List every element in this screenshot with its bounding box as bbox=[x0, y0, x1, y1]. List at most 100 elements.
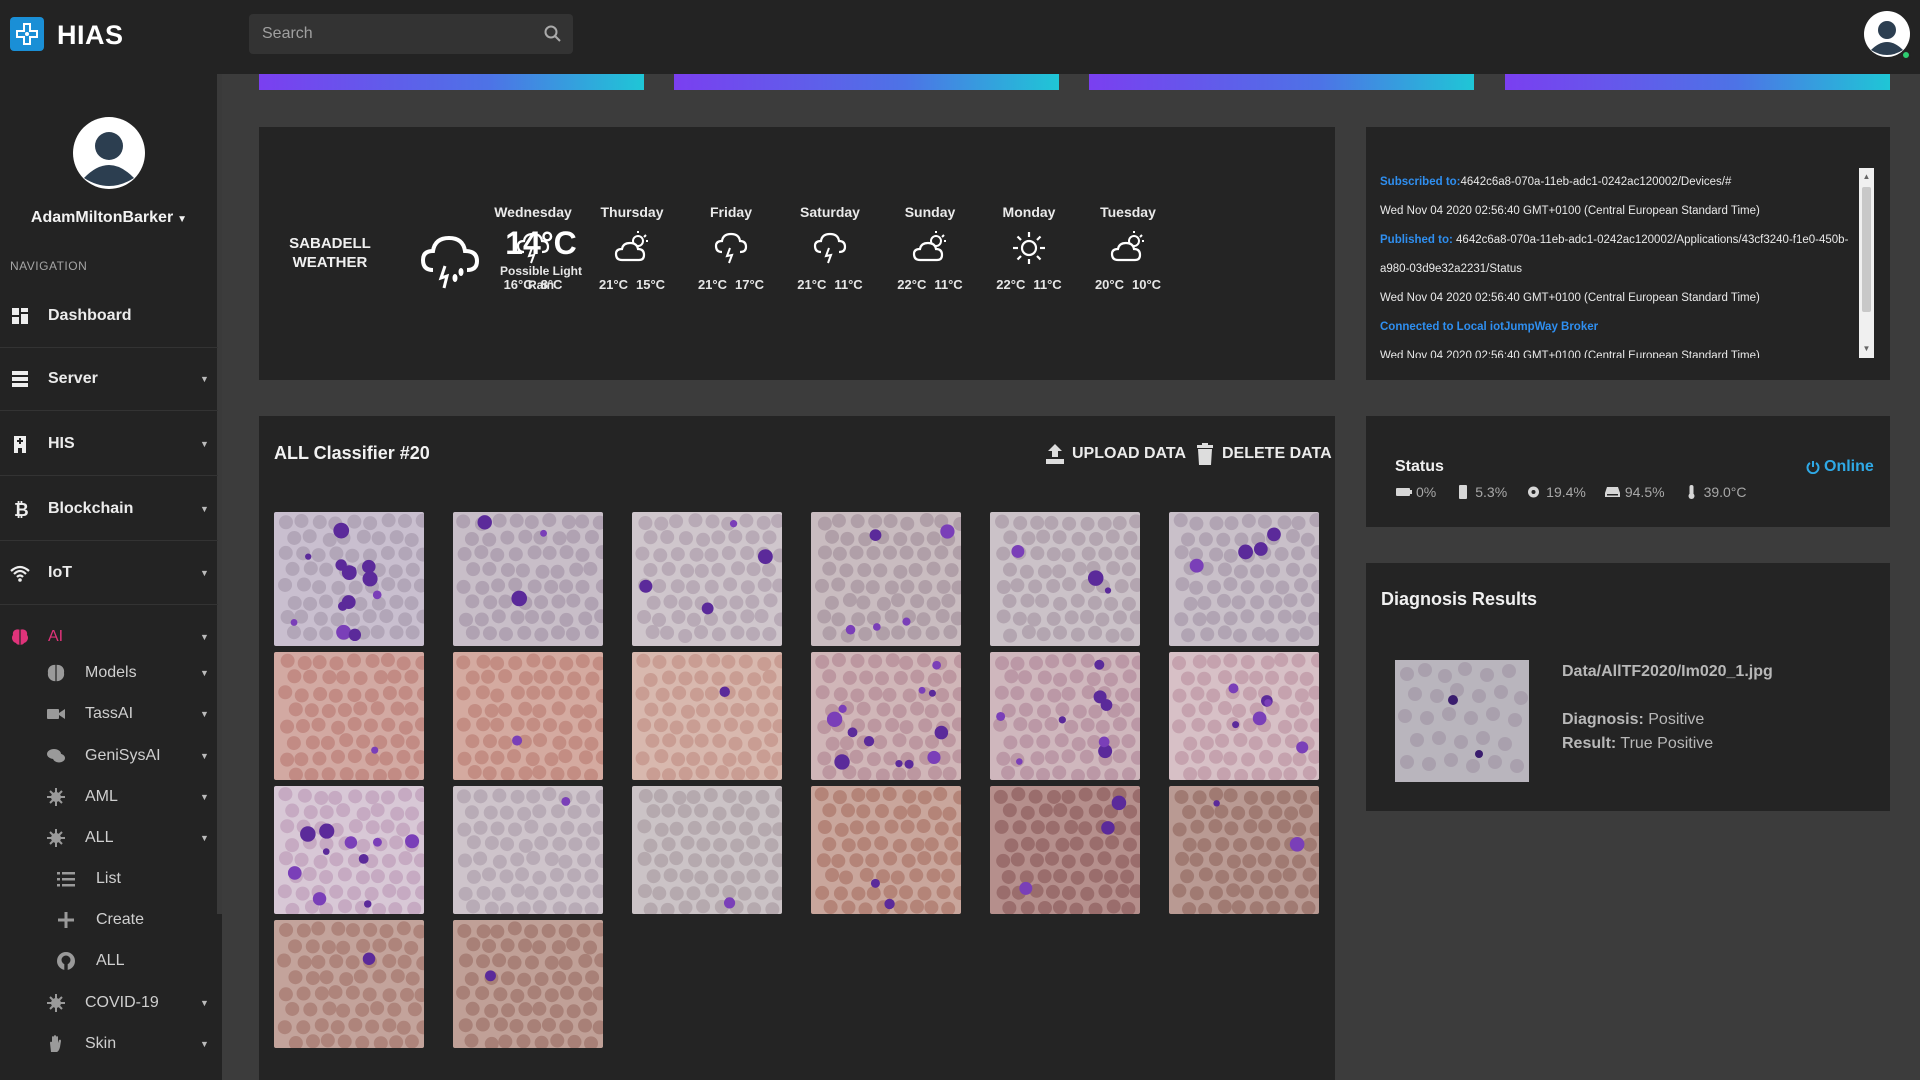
forecast-day: Friday 21°C 17°C bbox=[681, 204, 781, 292]
scroll-up-icon[interactable]: ▲ bbox=[1862, 172, 1871, 182]
scroll-thumb[interactable] bbox=[1862, 187, 1871, 312]
forecast-high: 21°C bbox=[697, 277, 727, 292]
search-icon[interactable] bbox=[543, 24, 563, 44]
sidebar-subitem-covid-19[interactable]: COVID-19 ▼ bbox=[0, 982, 218, 1023]
sidebar-subitem-label: Create bbox=[96, 910, 145, 928]
profile-username: AdamMiltonBarker bbox=[30, 209, 174, 226]
diagnosis-row: Diagnosis: Positive bbox=[1562, 711, 1704, 729]
forecast-high: 16°C bbox=[503, 277, 533, 292]
sidebar-subitem-tassai[interactable]: TassAI ▼ bbox=[0, 693, 218, 734]
sidebar-subitem-create[interactable]: Create bbox=[0, 899, 218, 940]
blood-smear-thumbnail[interactable] bbox=[811, 512, 961, 646]
sidebar-item-dashboard[interactable]: Dashboard bbox=[0, 284, 218, 348]
blood-smear-thumbnail[interactable] bbox=[632, 652, 782, 780]
log-label: Published to: bbox=[1380, 234, 1453, 246]
upload-data-button[interactable]: UPLOAD DATA bbox=[1044, 440, 1186, 468]
diagnosis-value: Positive bbox=[1648, 711, 1705, 728]
forecast-day-name: Monday bbox=[1002, 204, 1056, 220]
delete-data-button[interactable]: DELETE DATA bbox=[1194, 440, 1332, 468]
forecast-high: 22°C bbox=[996, 277, 1026, 292]
sidebar-item-label: HIS bbox=[48, 434, 75, 452]
partly-cloudy-icon bbox=[1110, 231, 1144, 262]
blood-smear-thumbnail[interactable] bbox=[453, 652, 603, 780]
sidebar-item-server[interactable]: Server ▼ bbox=[0, 347, 218, 411]
user-avatar[interactable] bbox=[1863, 10, 1911, 62]
classifier-panel: ALL Classifier #20 UPLOAD DATA DELETE DA… bbox=[259, 416, 1335, 1080]
plus-icon bbox=[58, 911, 74, 928]
metric-value: 94.5% bbox=[1624, 484, 1665, 500]
log-line: Wed Nov 04 2020 02:56:40 GMT+0100 (Centr… bbox=[1380, 197, 1860, 226]
blood-smear-thumbnail[interactable] bbox=[274, 920, 424, 1048]
log-text: Wed Nov 04 2020 02:56:40 GMT+0100 (Centr… bbox=[1380, 205, 1760, 217]
forecast-day: Wednesday 16°C 8°C bbox=[483, 204, 583, 292]
chevron-down-icon: ▼ bbox=[200, 632, 209, 642]
log-text: 4642c6a8-070a-11eb-adc1-0242ac120002/Dev… bbox=[1460, 176, 1732, 188]
sidebar-subitem-label: Skin bbox=[85, 1034, 117, 1052]
sidebar-subitem-list[interactable]: List bbox=[0, 858, 218, 899]
scroll-down-icon[interactable]: ▼ bbox=[1862, 344, 1871, 354]
blood-smear-thumbnail[interactable] bbox=[990, 652, 1140, 780]
blood-smear-thumbnail[interactable] bbox=[632, 786, 782, 914]
sidebar-subitem-all-repo[interactable]: ALL bbox=[0, 940, 218, 981]
log-text: Wed Nov 04 2020 02:56:40 GMT+0100 (Centr… bbox=[1380, 292, 1760, 304]
blood-smear-thumbnail[interactable] bbox=[632, 512, 782, 646]
stat-card-bar bbox=[674, 74, 1059, 90]
forecast-high: 20°C bbox=[1094, 277, 1124, 292]
sidebar-item-iot[interactable]: IoT ▼ bbox=[0, 541, 218, 605]
hias-logo-icon[interactable] bbox=[10, 17, 44, 51]
sidebar-subitem-all[interactable]: ALL ▼ bbox=[0, 817, 218, 858]
blood-smear-thumbnail[interactable] bbox=[453, 512, 603, 646]
diagnosis-image[interactable] bbox=[1395, 660, 1529, 782]
profile-user-menu[interactable]: AdamMiltonBarker ▼ bbox=[0, 209, 218, 227]
blood-smear-thumbnail[interactable] bbox=[990, 512, 1140, 646]
blood-smear-thumbnail[interactable] bbox=[990, 786, 1140, 914]
blood-smear-thumbnail[interactable] bbox=[811, 786, 961, 914]
app-title[interactable]: HIAS bbox=[57, 20, 124, 51]
chevron-down-icon: ▼ bbox=[200, 567, 209, 578]
sidebar-subitem-models[interactable]: Models ▼ bbox=[0, 652, 218, 693]
sidebar-item-his[interactable]: HIS ▼ bbox=[0, 412, 218, 476]
blood-smear-thumbnail[interactable] bbox=[811, 652, 961, 780]
chevron-down-icon: ▼ bbox=[200, 1038, 209, 1049]
blood-smear-thumbnail[interactable] bbox=[1169, 786, 1319, 914]
blood-smear-thumbnail[interactable] bbox=[274, 786, 424, 914]
chevron-down-icon: ▼ bbox=[200, 667, 209, 678]
profile-avatar[interactable] bbox=[72, 114, 146, 194]
sidebar-item-label: Dashboard bbox=[48, 306, 132, 324]
stat-card-bar bbox=[1505, 74, 1890, 90]
sidebar-item-blockchain[interactable]: ₿ Blockchain ▼ bbox=[0, 477, 218, 541]
github-icon bbox=[57, 951, 75, 970]
forecast-low: 8°C bbox=[540, 277, 563, 292]
diagnosis-panel: Diagnosis Results Data/AllTF2020/Im020_1… bbox=[1366, 563, 1890, 811]
iot-log[interactable]: Subscribed to:4642c6a8-070a-11eb-adc1-02… bbox=[1380, 168, 1860, 358]
forecast-high: 22°C bbox=[897, 277, 927, 292]
blood-smear-thumbnail[interactable] bbox=[1169, 512, 1319, 646]
power-icon bbox=[1806, 461, 1820, 474]
chevron-down-icon: ▼ bbox=[200, 438, 209, 449]
chevron-down-icon: ▼ bbox=[200, 750, 209, 761]
blood-smear-thumbnail[interactable] bbox=[274, 512, 424, 646]
log-line: Connected to Local iotJumpWay Broker bbox=[1380, 313, 1860, 342]
forecast-day: Sunday 22°C 11°C bbox=[880, 204, 980, 292]
sun-icon bbox=[1013, 232, 1045, 264]
result-value: True Positive bbox=[1620, 735, 1714, 752]
rain-icon bbox=[516, 232, 550, 264]
forecast-day: Thursday 21°C 15°C bbox=[582, 204, 682, 292]
log-scrollbar[interactable]: ▲ ▼ bbox=[1859, 168, 1874, 358]
blood-smear-thumbnail[interactable] bbox=[274, 652, 424, 780]
sidebar-subitem-skin[interactable]: Skin ▼ bbox=[0, 1023, 218, 1064]
blood-smear-thumbnail[interactable] bbox=[1169, 652, 1319, 780]
blood-smear-thumbnail[interactable] bbox=[453, 786, 603, 914]
cpu-icon bbox=[1528, 486, 1540, 498]
metric-value: 0% bbox=[1416, 484, 1437, 500]
battery-icon bbox=[1396, 488, 1412, 496]
status-metrics: 0% 5.3% 19.4% 94.5% 39.0°C bbox=[1395, 484, 1765, 500]
search-input[interactable] bbox=[249, 14, 573, 54]
forecast-low: 17°C bbox=[735, 277, 765, 292]
sidebar-subitem-genisysai[interactable]: GeniSysAI ▼ bbox=[0, 735, 218, 776]
sidebar-subitem-label: AML bbox=[85, 787, 118, 805]
blood-smear-thumbnail[interactable] bbox=[453, 920, 603, 1048]
log-label: Subscribed to: bbox=[1380, 176, 1461, 188]
sidebar-subitem-aml[interactable]: AML ▼ bbox=[0, 776, 218, 817]
log-text: Wed Nov 04 2020 02:56:40 GMT+0100 (Centr… bbox=[1380, 350, 1760, 358]
